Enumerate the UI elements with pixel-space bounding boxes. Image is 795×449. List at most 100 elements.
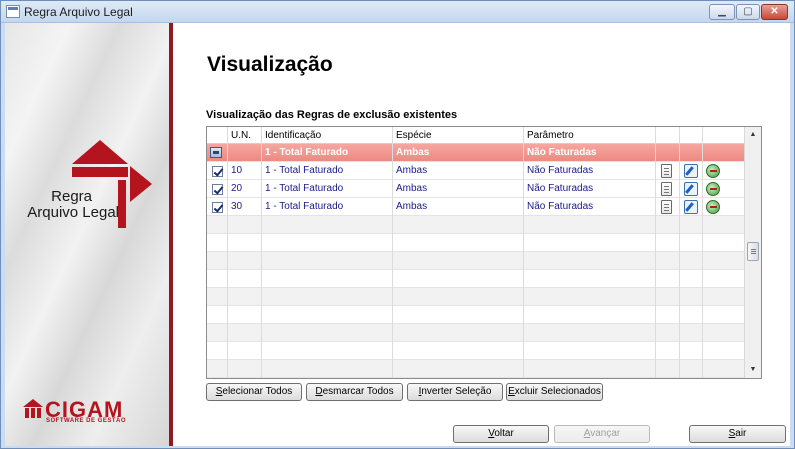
deselect-all-label: esmarcar Todos [322,386,394,397]
cell-parametro: Não Faturadas [524,162,656,180]
minimize-button[interactable]: ▁ [709,4,735,20]
wizard-client-area: Regra Arquivo Legal CIGAM SOFTWARE DE GE… [5,23,790,446]
column-header-delete [703,127,744,144]
empty-cell [228,252,262,270]
empty-row [207,270,744,288]
empty-cell [524,342,656,360]
cell-empty [703,144,744,162]
empty-cell [703,288,744,306]
empty-cell [207,342,228,360]
empty-cell [680,216,703,234]
select-all-button[interactable]: Selecionar Todos [206,383,302,401]
cell-identificacao: 1 - Total Faturado [262,198,393,216]
row-checkbox[interactable] [212,184,223,195]
cell-empty [656,144,680,162]
side-divider [169,23,173,446]
column-header-un[interactable]: U.N. [228,127,262,144]
document-icon[interactable] [661,200,672,214]
empty-row [207,306,744,324]
edit-cell [680,162,703,180]
exit-button[interactable]: Sair [689,425,786,443]
select-cell[interactable] [207,180,228,198]
empty-cell [703,234,744,252]
edit-icon[interactable] [684,200,698,214]
invert-selection-button[interactable]: Inverter Seleção [407,383,503,401]
empty-cell [680,324,703,342]
document-icon[interactable] [661,182,672,196]
empty-cell [207,288,228,306]
deselect-all-button[interactable]: Desmarcar Todos [306,383,403,401]
empty-cell [262,216,393,234]
empty-cell [393,342,524,360]
empty-cell [680,342,703,360]
app-icon [6,5,20,18]
empty-cell [228,324,262,342]
delete-icon[interactable] [706,182,720,196]
column-header-especie[interactable]: Espécie [393,127,524,144]
column-header-edit [680,127,703,144]
empty-cell [656,252,680,270]
deselect-all-mnemonic: D [315,386,323,397]
table-row[interactable]: 30 1 - Total Faturado Ambas Não Faturada… [207,198,744,216]
empty-cell [262,252,393,270]
delete-icon[interactable] [706,200,720,214]
empty-cell [656,324,680,342]
table-row-selected[interactable]: 1 - Total Faturado Ambas Não Faturadas [207,144,744,162]
maximize-button[interactable]: ▢ [736,4,760,20]
edit-icon[interactable] [684,164,698,178]
empty-cell [393,324,524,342]
empty-cell [228,216,262,234]
column-header-view [656,127,680,144]
cell-especie: Ambas [393,180,524,198]
rules-grid[interactable]: U.N. Identificação Espécie Parâmetro 1 -… [206,126,762,379]
scroll-up-arrow-icon[interactable]: ▲ [745,127,761,143]
empty-cell [228,342,262,360]
empty-cell [680,360,703,378]
empty-cell [680,306,703,324]
column-header-identificacao[interactable]: Identificação [262,127,393,144]
edit-icon[interactable] [684,182,698,196]
column-header-parametro[interactable]: Parâmetro [524,127,656,144]
empty-cell [680,270,703,288]
empty-cell [393,252,524,270]
empty-cell [393,234,524,252]
empty-cell [207,360,228,378]
back-button[interactable]: Voltar [453,425,549,443]
empty-cell [524,288,656,306]
empty-row [207,288,744,306]
table-row[interactable]: 10 1 - Total Faturado Ambas Não Faturada… [207,162,744,180]
close-button[interactable]: ✕ [761,4,788,20]
page-title: Visualização [207,53,333,76]
scroll-down-arrow-icon[interactable]: ▼ [745,362,761,378]
empty-cell [656,306,680,324]
row-checkbox[interactable] [212,166,223,177]
empty-cell [703,252,744,270]
delete-selected-mnemonic: E [508,386,515,397]
row-marker-cell [207,144,228,162]
app-window: Regra Arquivo Legal ▁ ▢ ✕ Regra Arquivo … [0,0,795,449]
document-icon[interactable] [661,164,672,178]
empty-cell [656,342,680,360]
empty-cell [262,270,393,288]
column-header-select[interactable] [207,127,228,144]
grid-header: U.N. Identificação Espécie Parâmetro [207,127,744,144]
empty-cell [262,288,393,306]
table-row[interactable]: 20 1 - Total Faturado Ambas Não Faturada… [207,180,744,198]
delete-icon[interactable] [706,164,720,178]
empty-cell [262,360,393,378]
select-cell[interactable] [207,162,228,180]
row-checkbox[interactable] [212,202,223,213]
empty-row [207,342,744,360]
empty-cell [703,360,744,378]
title-bar[interactable]: Regra Arquivo Legal ▁ ▢ ✕ [1,1,794,23]
empty-cell [524,216,656,234]
empty-row [207,360,744,378]
empty-cell [207,306,228,324]
empty-cell [524,324,656,342]
scroll-thumb[interactable] [747,242,759,261]
select-cell[interactable] [207,198,228,216]
vertical-scrollbar[interactable]: ▲ ▼ [744,127,761,378]
empty-cell [393,270,524,288]
delete-selected-button[interactable]: Excluir Selecionados [506,383,603,401]
empty-cell [703,342,744,360]
